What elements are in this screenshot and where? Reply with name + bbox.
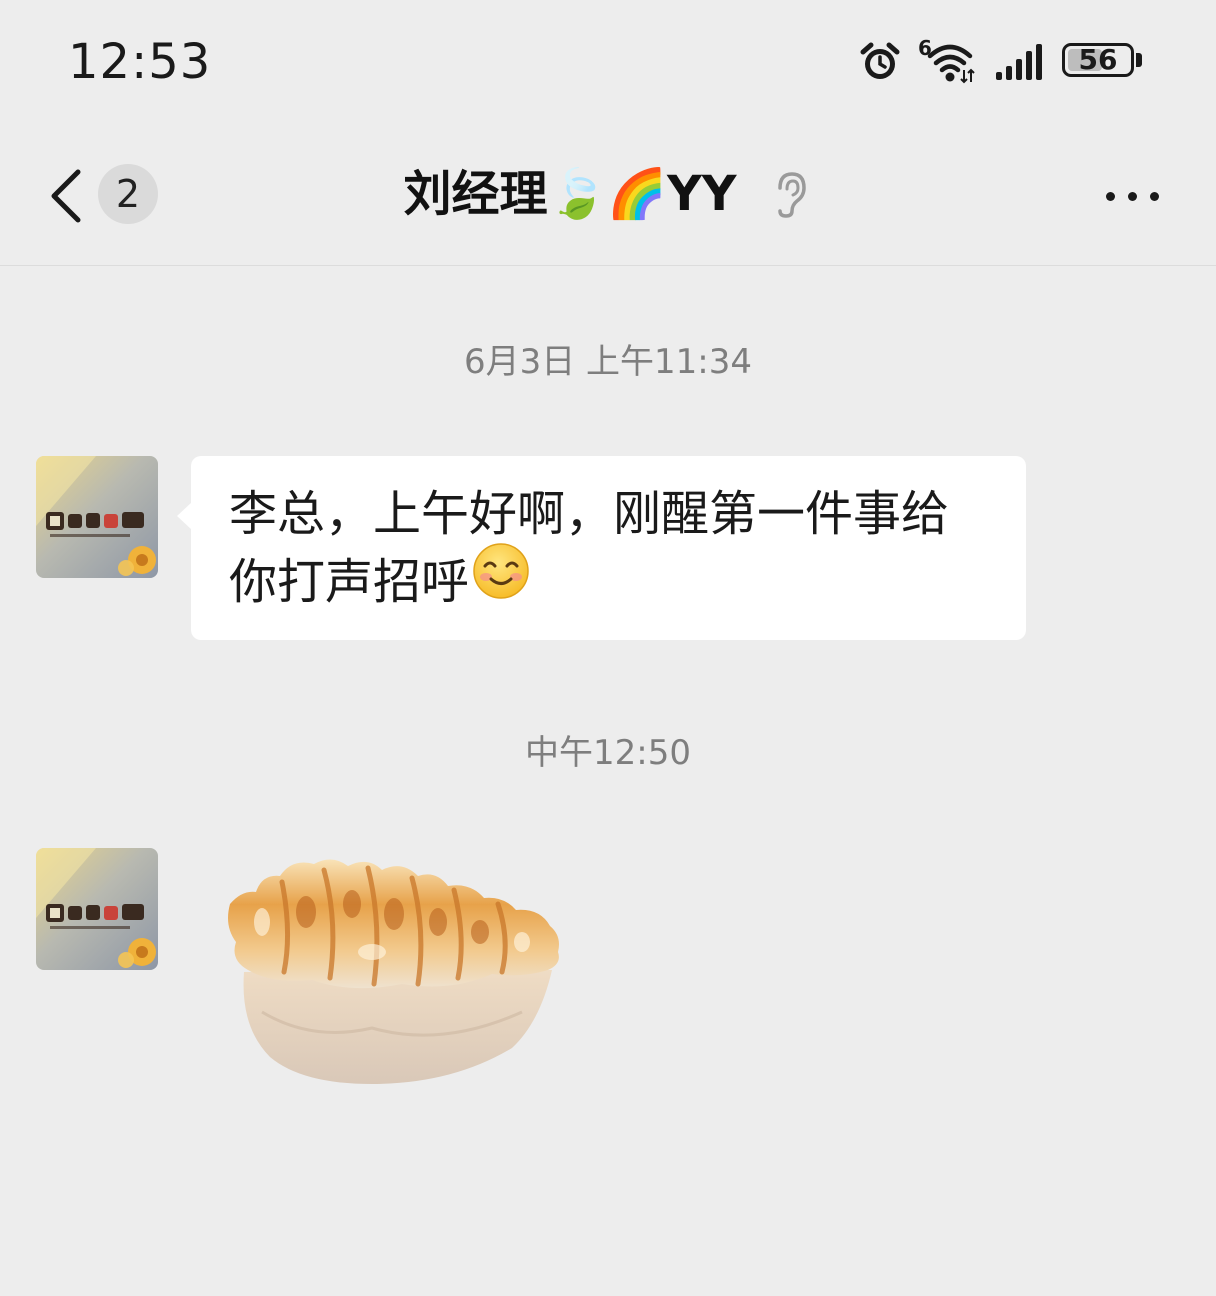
battery-icon: 56 [1062,43,1146,81]
ear-icon [770,168,810,224]
alarm-clock-icon [858,40,902,84]
contact-avatar[interactable] [36,848,158,970]
contact-avatar[interactable] [36,456,158,578]
more-icon[interactable] [1106,192,1115,201]
signal-icon [994,42,1046,82]
bubble-tail [177,502,192,530]
more-options-button[interactable] [1098,168,1168,224]
fried-dumpling-sticker[interactable] [222,852,568,1092]
battery-percent: 56 [1078,43,1118,76]
wifi-label: 6 [918,36,932,60]
wifi-icon: 6 [918,36,978,84]
more-icon-dot[interactable] [1128,192,1137,201]
more-icon-dot[interactable] [1150,192,1159,201]
status-time: 12:53 [68,34,212,90]
message-bubble[interactable]: 李总，上午好啊，刚醒第一件事给 你打声招呼 [177,456,1026,640]
unread-count-badge[interactable]: 2 [98,164,158,224]
message-text-line-2-wrapper: 你打声招呼 [229,543,996,619]
message-text-line-2: 你打声招呼 [229,554,470,610]
chat-header: 2 刘经理🍃🌈YY [0,124,1216,266]
message-timestamp: 中午12:50 [525,733,691,773]
back-arrow-icon[interactable] [48,168,84,228]
message-text-line-1: 李总，上午好啊，刚醒第一件事给 [229,486,950,542]
status-bar: 12:53 6 56 [0,0,1216,124]
back-button[interactable]: 2 [44,160,174,230]
chat-title[interactable]: 刘经理🍃🌈YY [300,162,840,226]
battery-tip [1136,53,1142,67]
smiling-face-emoji-icon [471,541,531,619]
status-icons: 6 56 [858,36,1146,86]
message-timestamp: 6月3日 上午11:34 [463,342,753,382]
